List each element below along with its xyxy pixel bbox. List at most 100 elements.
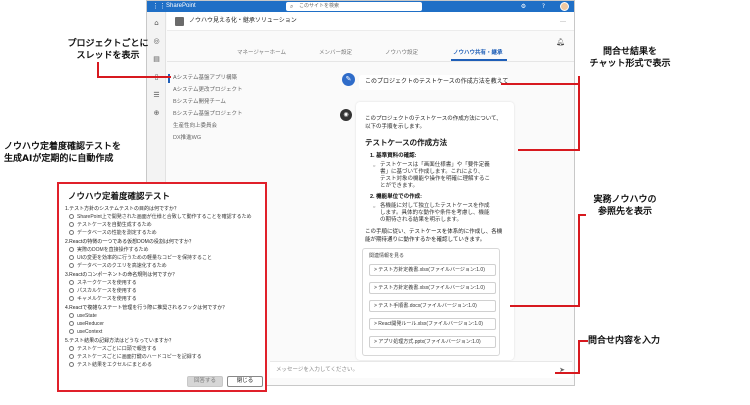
- reference-link[interactable]: > テスト方針定義書.xlsx(ファイルバージョン:1.0): [369, 264, 496, 276]
- site-header: ノウハウ見える化・継承ソリューション …: [167, 12, 574, 31]
- project-item[interactable]: Bシステム基盤プロジェクト: [173, 110, 243, 119]
- project-item[interactable]: Bシステム開発チーム: [173, 98, 226, 107]
- radio-icon[interactable]: [69, 346, 74, 351]
- add-icon[interactable]: ⊕: [152, 109, 161, 118]
- option-label: キャメルケースを使用する: [77, 296, 137, 302]
- quiz-option[interactable]: データベースのクエリを高速化するため: [69, 263, 167, 270]
- project-item[interactable]: Aシステム基盤アプリ構築: [173, 74, 237, 83]
- option-label: 実際のDOMを直接操作するため: [77, 247, 149, 253]
- bullet-line: とができます。: [380, 183, 418, 189]
- tab-bar: マネージャーホーム メンバー設定 ノウハウ設定 ノウハウ共有・継承: [167, 45, 574, 61]
- option-label: テストケースを自動生成するため: [77, 222, 152, 228]
- quiz-option[interactable]: データベースの性能を測定するため: [69, 230, 157, 237]
- quiz-option[interactable]: useContext: [69, 329, 102, 336]
- annotation-quiz: ノウハウ定着度確認テストを 生成AIが定期的に自動作成: [4, 141, 121, 165]
- quiz-option[interactable]: 実際のDOMを直接操作するため: [69, 247, 149, 254]
- quiz-question: 5.テスト結果の記録方法はどうなっていますか？: [65, 338, 174, 344]
- annotation-line: プロジェクトごとに: [67, 39, 149, 49]
- quiz-question: 4.Reactで複雑なステート管理を行う際に推奨されるフックは何ですか？: [65, 305, 228, 311]
- radio-icon[interactable]: [69, 230, 74, 235]
- annotation-line: 問合せ結果を: [602, 47, 657, 57]
- option-label: SharePoint上で開発された画面が仕様と合致して動作することを確認するため: [77, 214, 252, 220]
- quiz-option[interactable]: UIの変更を効率的に行うための軽量なコピーを保持すること: [69, 255, 212, 262]
- project-item[interactable]: Aシステム更改プロジェクト: [173, 86, 243, 95]
- radio-icon[interactable]: [69, 247, 74, 252]
- option-label: パスカルケースを使用する: [77, 288, 137, 294]
- connector-line: [578, 340, 588, 342]
- option-label: スネークケースを使用する: [77, 280, 137, 286]
- quiz-option[interactable]: パスカルケースを使用する: [69, 288, 137, 295]
- list-icon[interactable]: ☰: [152, 91, 161, 100]
- reference-link[interactable]: > テスト方針定義書.xlsx(ファイルバージョン:1.0): [369, 282, 496, 294]
- submit-button[interactable]: 回答する: [187, 376, 223, 387]
- bot-icon: ◉: [340, 109, 352, 121]
- divider: [167, 61, 574, 62]
- option-label: UIの変更を効率的に行うための軽量なコピーを保持すること: [77, 255, 213, 261]
- related-info-panel: 関連情報を見る > テスト方針定義書.xlsx(ファイルバージョン:1.0) >…: [362, 248, 500, 356]
- project-item[interactable]: DX推進WG: [173, 134, 201, 143]
- annotation-line: ノウハウ定着度確認テストを: [4, 142, 122, 152]
- tab-knowhow-settings[interactable]: ノウハウ設定: [385, 48, 418, 58]
- tab-member-settings[interactable]: メンバー設定: [319, 48, 352, 58]
- radio-icon[interactable]: [69, 222, 74, 227]
- reference-link[interactable]: > アプリ処理方式.pptx(ファイルバージョン:1.0): [369, 336, 496, 348]
- radio-icon[interactable]: [69, 214, 74, 219]
- search-icon: ⌕: [290, 3, 294, 10]
- tab-manager-home[interactable]: マネージャーホーム: [237, 48, 286, 58]
- radio-icon[interactable]: [69, 288, 74, 293]
- reference-link[interactable]: > テスト手順書.docx(ファイルバージョン:1.0): [369, 300, 496, 312]
- settings-icon[interactable]: ⚙: [519, 2, 528, 11]
- radio-icon[interactable]: [69, 263, 74, 268]
- answer-outro-line: この手順に従い、テストケースを体系的に作成し、各機: [365, 229, 503, 235]
- close-button[interactable]: 閉じる: [227, 376, 263, 387]
- home-icon[interactable]: ⌂: [152, 19, 161, 28]
- quiz-option[interactable]: テストケースを自動生成するため: [69, 222, 152, 229]
- quiz-option[interactable]: テスト結果をエクセルにまとめる: [69, 362, 152, 369]
- message-input[interactable]: メッセージを入力してください。 ➤: [270, 361, 572, 378]
- site-title[interactable]: ノウハウ見える化・継承ソリューション: [189, 16, 297, 26]
- search-input[interactable]: ⌕ このサイトを検索: [286, 2, 422, 11]
- bullet-line: テスト対象の機能や操作を明確に理解するこ: [380, 176, 491, 182]
- radio-icon[interactable]: [69, 354, 74, 359]
- related-info-header[interactable]: 関連情報を見る: [369, 252, 404, 260]
- radio-icon[interactable]: [69, 255, 74, 260]
- radio-icon[interactable]: [69, 321, 74, 326]
- tab-knowhow-sharing[interactable]: ノウハウ共有・継承: [453, 48, 503, 58]
- radio-icon[interactable]: [69, 280, 74, 285]
- quiz-option[interactable]: useReducer: [69, 321, 104, 328]
- avatar[interactable]: [560, 2, 569, 11]
- quiz-option[interactable]: SharePoint上で開発された画面が仕様と合致して動作することを確認するため: [69, 214, 252, 221]
- option-label: テスト結果をエクセルにまとめる: [77, 362, 153, 368]
- quiz-option[interactable]: useState: [69, 313, 97, 320]
- quiz-title: ノウハウ定着度確認テスト: [68, 191, 171, 201]
- connector-line: [510, 305, 580, 307]
- knowhow-quiz-dialog: ノウハウ定着度確認テスト 1.テスト方針のシステムテストの目的は何ですか？ Sh…: [57, 182, 267, 392]
- radio-icon[interactable]: [69, 313, 74, 318]
- answer-intro-line: 以下の手順を示します。: [365, 124, 425, 130]
- radio-icon[interactable]: [69, 362, 74, 367]
- project-item[interactable]: 生産性向上委員会: [173, 122, 217, 131]
- option-label: useState: [77, 313, 97, 319]
- annotation-chat: 問合せ結果を チャット形式で表示: [575, 46, 685, 70]
- radio-icon[interactable]: [69, 296, 74, 301]
- app-launcher-icon[interactable]: ⋮⋮: [152, 3, 166, 10]
- bullet-line: します。具体的な動作や条件を考慮し、機能: [380, 210, 490, 216]
- connector-line: [578, 215, 580, 306]
- quiz-question: 1.テスト方針のシステムテストの目的は何ですか？: [65, 206, 180, 212]
- annotation-line: スレッドを表示: [76, 51, 140, 61]
- more-icon[interactable]: …: [560, 16, 566, 26]
- help-icon[interactable]: ?: [539, 2, 548, 11]
- step-title: 1. 基準資料の確認:: [370, 153, 417, 159]
- quiz-option[interactable]: スネークケースを使用する: [69, 280, 137, 287]
- option-label: テストケースごとに口頭で報告する: [77, 346, 157, 352]
- quiz-option[interactable]: テストケースごとに画面打鍵のハードコピーを記録する: [69, 354, 202, 361]
- search-placeholder: このサイトを検索: [299, 3, 340, 9]
- connector-line: [555, 372, 580, 374]
- app-name[interactable]: SharePoint: [166, 2, 196, 11]
- quiz-option[interactable]: キャメルケースを使用する: [69, 296, 137, 303]
- quiz-option[interactable]: テストケースごとに口頭で報告する: [69, 346, 157, 353]
- radio-icon[interactable]: [69, 329, 74, 334]
- reference-link[interactable]: > React開発ルール.xlsx(ファイルバージョン:1.0): [369, 318, 496, 330]
- connector-line: [578, 341, 580, 373]
- option-label: データベースのクエリを高速化するため: [77, 263, 167, 269]
